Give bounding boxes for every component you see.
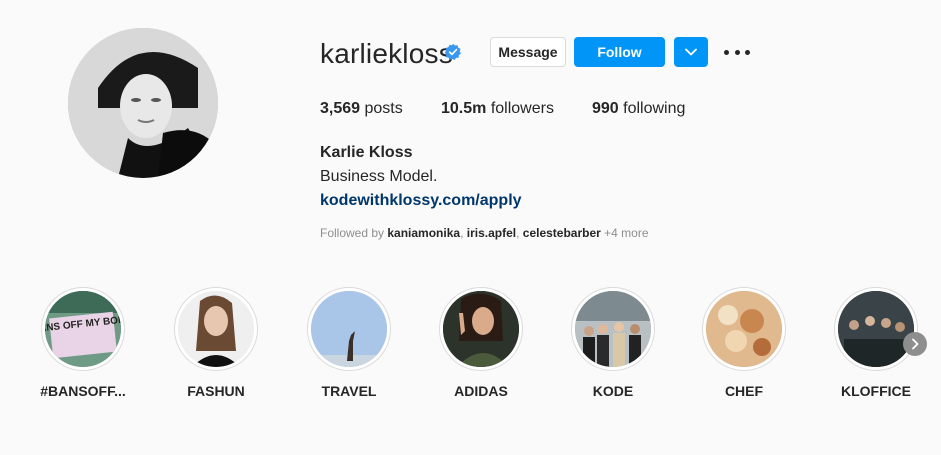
highlight-ring (439, 287, 523, 371)
more-dot (734, 49, 740, 55)
highlight-image: BANS OFF MY BODY (45, 291, 121, 367)
highlight-image (178, 291, 254, 367)
highlight-cover (838, 291, 914, 367)
story-highlight[interactable]: KODE (558, 287, 668, 399)
highlight-ring (834, 287, 918, 371)
posts-count: 3,569 posts (320, 100, 403, 118)
posts-label: posts (360, 100, 403, 117)
story-highlight[interactable]: TRAVEL (294, 287, 404, 399)
follower-user: iris.apfel (466, 226, 517, 240)
highlight-image (706, 291, 782, 367)
highlight-ring: BANS OFF MY BODY (41, 287, 125, 371)
highlight-label: KODE (592, 383, 634, 399)
more-dot (745, 49, 750, 55)
followers-label: followers (486, 100, 554, 117)
followers-link[interactable]: 10.5m followers (441, 100, 554, 118)
highlight-cover (706, 291, 782, 367)
profile-bio: Business Model. (320, 168, 438, 185)
story-highlight[interactable]: CHEF (689, 287, 799, 399)
avatar-photo (68, 28, 218, 178)
highlight-ring (174, 287, 258, 371)
highlight-label: CHEF (724, 383, 764, 399)
highlight-cover (311, 291, 387, 367)
highlight-image (443, 291, 519, 367)
highlight-label: TRAVEL (321, 383, 377, 399)
story-highlight[interactable]: BANS OFF MY BODY #BANSOFF... (28, 287, 138, 399)
chevron-down-icon (685, 48, 697, 56)
verified-badge-icon (444, 43, 461, 61)
highlight-cover (178, 291, 254, 367)
story-highlight[interactable]: FASHUN (161, 287, 271, 399)
profile-full-name: Karlie Kloss (320, 144, 413, 161)
highlight-image (838, 291, 914, 367)
followers-number: 10.5m (441, 100, 487, 117)
profile-website-link[interactable]: kodewithklossy.com/apply (320, 192, 522, 210)
more-dot (724, 49, 729, 55)
highlight-cover (443, 291, 519, 367)
highlight-label: KLOFFICE (841, 383, 911, 399)
follower-user: celestebarber (522, 226, 601, 240)
followed-by-prefix: Followed by (320, 226, 388, 240)
highlight-ring (702, 287, 786, 371)
message-button[interactable]: Message (490, 37, 566, 67)
more-options-icon[interactable] (724, 40, 750, 64)
followed-by-more: +4 more (600, 226, 649, 240)
follow-button[interactable]: Follow (574, 37, 665, 67)
highlight-image (311, 291, 387, 367)
following-number: 990 (592, 100, 619, 117)
profile-avatar[interactable] (68, 28, 218, 178)
chevron-right-icon (912, 338, 919, 350)
highlight-label: #BANSOFF... (40, 383, 126, 399)
highlight-ring (571, 287, 655, 371)
highlight-ring (307, 287, 391, 371)
following-link[interactable]: 990 following (592, 100, 685, 118)
highlight-image (575, 291, 651, 367)
follower-user: kaniamonika (387, 226, 461, 240)
suggested-accounts-button[interactable] (674, 37, 708, 67)
highlight-cover: BANS OFF MY BODY (45, 291, 121, 367)
followed-by[interactable]: Followed by kaniamonika, iris.apfel, cel… (320, 226, 649, 240)
following-label: following (618, 100, 686, 117)
story-highlight[interactable]: ADIDAS (426, 287, 536, 399)
profile-username: karliekloss (320, 38, 453, 69)
highlights-next-button[interactable] (903, 332, 927, 356)
posts-number: 3,569 (320, 100, 361, 117)
highlight-label: ADIDAS (454, 383, 508, 399)
highlight-label: FASHUN (187, 383, 245, 399)
highlight-cover (575, 291, 651, 367)
